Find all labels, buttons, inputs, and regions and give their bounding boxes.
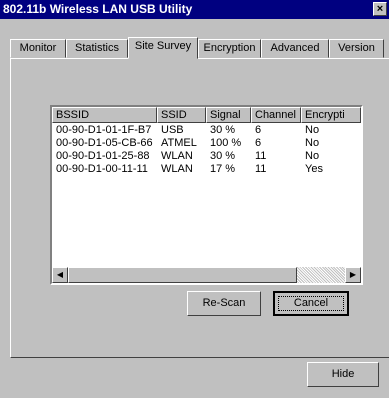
cell-bssid: 00-90-D1-05-CB-66 [56, 137, 153, 149]
table-row[interactable]: 00-90-D1-01-25-88 WLAN 30 % 11 No [52, 150, 361, 162]
cell-bssid: 00-90-D1-01-1F-B7 [56, 124, 152, 136]
tab-monitor[interactable]: Monitor [10, 39, 66, 58]
column-header-channel[interactable]: Channel [251, 107, 301, 123]
focus-rect [278, 296, 344, 311]
close-icon[interactable]: × [373, 2, 387, 16]
list-header: BSSID SSID Signal Channel Encrypti [52, 107, 361, 123]
title-bar[interactable]: 802.11b Wireless LAN USB Utility × [0, 0, 389, 19]
column-header-signal[interactable]: Signal [206, 107, 251, 123]
cell-encryption: No [305, 124, 320, 136]
cell-signal: 30 % [210, 150, 236, 162]
cell-ssid: WLAN [161, 163, 193, 175]
cell-channel: 6 [255, 124, 262, 136]
cell-signal: 100 % [210, 137, 242, 149]
tab-site-survey[interactable]: Site Survey [128, 37, 198, 59]
tab-encryption[interactable]: Encryption [198, 39, 261, 58]
cell-channel: 11 [255, 150, 267, 162]
cell-encryption: No [305, 150, 320, 162]
table-row[interactable]: 00-90-D1-05-CB-66 ATMEL 100 % 6 No [52, 137, 361, 149]
column-header-ssid[interactable]: SSID [157, 107, 206, 123]
cell-bssid: 00-90-D1-01-25-88 [56, 150, 150, 162]
horizontal-scrollbar[interactable]: ◀ ▶ [52, 267, 361, 283]
table-row[interactable]: 00-90-D1-00-11-11 WLAN 17 % 11 Yes [52, 163, 361, 175]
cell-channel: 6 [255, 137, 262, 149]
tab-advanced[interactable]: Advanced [261, 39, 329, 58]
cell-bssid: 00-90-D1-00-11-11 [56, 163, 148, 175]
hide-button[interactable]: Hide [307, 362, 379, 387]
table-row[interactable]: 00-90-D1-01-1F-B7 USB 30 % 6 No [52, 124, 361, 136]
column-header-bssid[interactable]: BSSID [52, 107, 157, 123]
tab-strip: Monitor Statistics Site Survey Encryptio… [10, 37, 389, 59]
cell-encryption: Yes [305, 163, 323, 175]
scroll-right-icon[interactable]: ▶ [345, 267, 361, 283]
rescan-button[interactable]: Re-Scan [187, 291, 261, 316]
scroll-left-icon[interactable]: ◀ [52, 267, 68, 283]
cell-signal: 17 % [210, 163, 236, 175]
window-title: 802.11b Wireless LAN USB Utility [3, 2, 193, 16]
cell-ssid: WLAN [161, 150, 193, 162]
tab-version[interactable]: Version [329, 39, 384, 58]
cell-channel: 11 [255, 163, 267, 175]
cell-ssid: ATMEL [161, 137, 197, 149]
cell-ssid: USB [161, 124, 184, 136]
site-survey-list[interactable]: BSSID SSID Signal Channel Encrypti 00-90… [50, 105, 363, 285]
cell-signal: 30 % [210, 124, 236, 136]
tab-statistics[interactable]: Statistics [66, 39, 128, 58]
scroll-thumb[interactable] [68, 267, 297, 283]
cell-encryption: No [305, 137, 320, 149]
column-header-encryption[interactable]: Encrypti [301, 107, 361, 123]
cancel-button[interactable]: Cancel [273, 291, 349, 316]
